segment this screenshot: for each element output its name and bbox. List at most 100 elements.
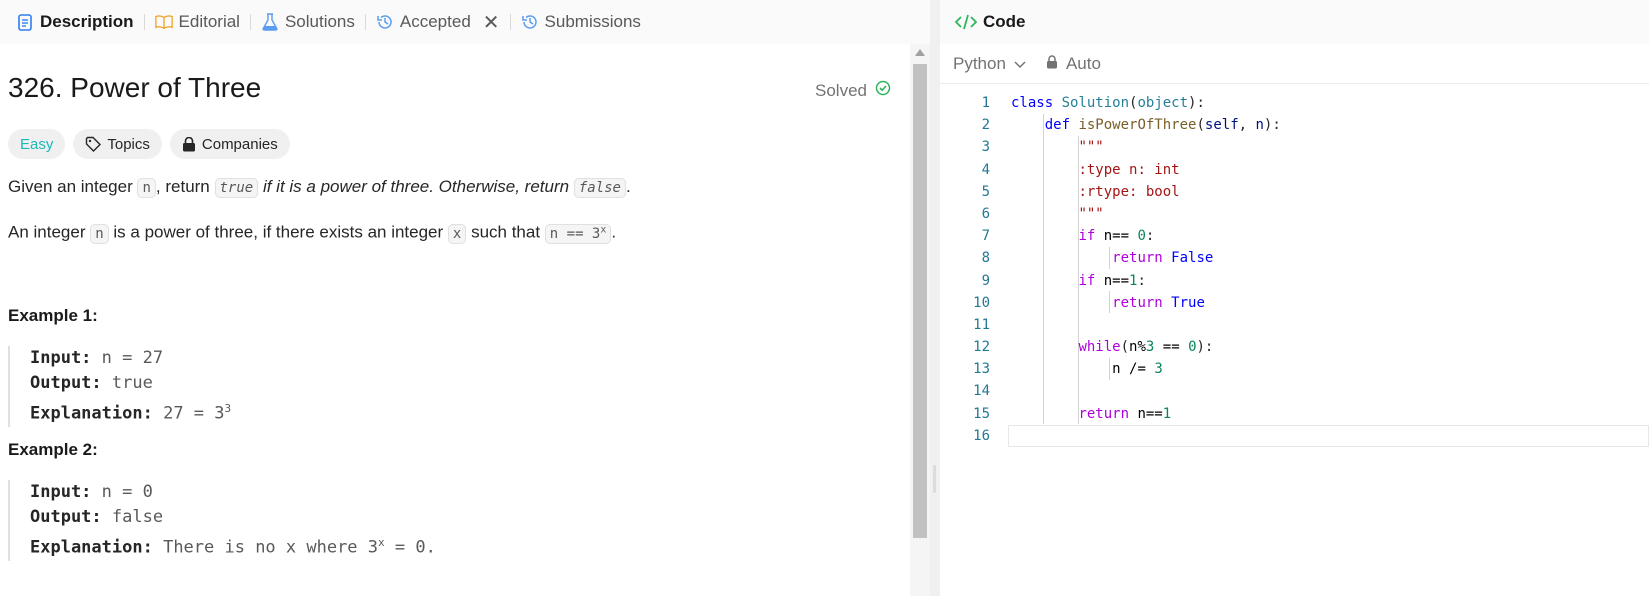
line-number: 15	[973, 405, 990, 422]
tab-description[interactable]: Description	[6, 0, 144, 44]
panel-resize-handle[interactable]	[933, 465, 936, 493]
tab-label: Accepted	[399, 12, 471, 31]
example-output: Output: true	[30, 371, 231, 396]
line-number: 7	[981, 228, 990, 245]
description-panel: Description Editorial Solutions Accepted…	[0, 0, 930, 596]
scroll-up-icon[interactable]	[915, 49, 925, 56]
history-icon	[521, 13, 539, 31]
problem-statement: Given an integer n, return true if it is…	[8, 173, 631, 202]
tab-label: Solutions	[284, 12, 355, 31]
example-1-heading: Example 1:	[8, 306, 98, 325]
auto-mode[interactable]: Auto	[1046, 54, 1101, 74]
example-2-heading: Example 2:	[8, 440, 98, 459]
difficulty-badge: Easy	[8, 129, 66, 159]
label: Input:	[30, 348, 92, 368]
label: Input:	[30, 482, 92, 502]
line-code: class Solution(object):	[1011, 95, 1205, 111]
inline-code: x	[447, 223, 467, 244]
line-number: 16	[973, 427, 990, 444]
tag-icon	[85, 136, 102, 152]
line-code: n /= 3	[1112, 361, 1163, 378]
lock-icon	[1046, 54, 1058, 74]
code-text: n == 3	[549, 225, 601, 242]
value: = 0.	[384, 537, 436, 558]
solved-status: Solved	[815, 80, 891, 101]
companies-label: Companies	[201, 135, 278, 153]
problem-definition: An integer n is a power of three, if the…	[8, 216, 616, 248]
inline-code: n	[90, 223, 109, 244]
language-selector[interactable]: Python	[953, 54, 1026, 74]
current-line-highlight	[1008, 424, 1649, 447]
language-label: Python	[953, 53, 1006, 73]
line-number: 3	[981, 139, 990, 156]
editor-toolbar: Python Auto	[940, 44, 1649, 84]
code-line: 2 def isPowerOfThree(self, n):	[940, 114, 1649, 136]
scrollbar-thumb[interactable]	[913, 64, 927, 538]
leetcode-workspace: Description Editorial Solutions Accepted…	[0, 0, 1649, 596]
tab-solutions[interactable]: Solutions	[251, 0, 365, 44]
line-number: 13	[973, 361, 990, 378]
code-panel-header: Code	[940, 0, 1649, 44]
value: n = 27	[101, 348, 164, 368]
value: true	[111, 373, 153, 393]
chevron-down-icon	[1014, 54, 1026, 74]
code-panel-title: Code	[983, 12, 1026, 31]
line-code: """	[1078, 205, 1104, 222]
value: false	[111, 507, 164, 527]
value: n = 0	[101, 482, 153, 502]
solved-label: Solved	[815, 80, 867, 100]
tab-label: Description	[40, 12, 134, 31]
label: Explanation:	[30, 537, 153, 558]
example-explanation: Explanation: There is no x where 3x = 0.	[30, 530, 436, 561]
description-scrollbar[interactable]	[910, 44, 930, 596]
tab-accepted[interactable]: Accepted ✕	[366, 0, 510, 44]
text: Given an integer	[8, 177, 138, 196]
code-line: 1 class Solution(object):	[940, 92, 1649, 114]
panel-tab-bar: Description Editorial Solutions Accepted…	[0, 0, 930, 44]
line-code: while(n%3 == 0):	[1078, 339, 1214, 356]
line-number: 5	[981, 183, 990, 200]
code-line: 8 return False	[940, 247, 1649, 269]
superscript: x	[378, 536, 385, 549]
code-line: 5 :rtype: bool	[940, 181, 1649, 203]
text: is a power of three, if there exists an …	[108, 222, 448, 242]
example-input: Input: n = 0	[30, 480, 436, 505]
value: There is no x where 3	[163, 537, 379, 558]
code-line: 15 return n==1	[940, 403, 1649, 425]
inline-code: n == 3x	[544, 223, 612, 244]
inline-code: true	[214, 178, 259, 198]
flask-icon	[261, 13, 279, 31]
inline-code: n	[137, 178, 156, 198]
code-editor[interactable]: 1 class Solution(object): 2 def isPowerOf…	[940, 92, 1649, 552]
tab-submissions[interactable]: Submissions	[511, 0, 651, 44]
line-number: 6	[981, 205, 990, 222]
topics-button[interactable]: Topics	[73, 129, 162, 159]
superscript: 3	[224, 402, 232, 415]
code-line: 9 if n==1:	[940, 270, 1649, 292]
problem-badges: Easy Topics Companies	[8, 129, 290, 159]
mode-label: Auto	[1065, 53, 1101, 73]
inline-code: false	[573, 178, 626, 198]
code-line: 14	[940, 380, 1649, 402]
line-number: 9	[981, 272, 990, 289]
code-line: 3 """	[940, 136, 1649, 158]
line-code: if n== 0:	[1078, 228, 1155, 245]
line-code: :type n: int	[1078, 161, 1180, 178]
code-line-current[interactable]: 16	[940, 424, 1649, 447]
line-number: 11	[973, 316, 990, 333]
text: .	[625, 177, 631, 196]
code-line: 12 while(n%3 == 0):	[940, 336, 1649, 358]
code-line: 11	[940, 314, 1649, 336]
label: Output:	[30, 373, 102, 393]
close-icon[interactable]: ✕	[483, 10, 500, 35]
companies-button[interactable]: Companies	[169, 129, 290, 159]
lock-icon	[182, 136, 196, 152]
label: Explanation:	[30, 403, 153, 424]
line-number: 10	[973, 294, 990, 311]
tab-editorial[interactable]: Editorial	[145, 0, 250, 44]
line-number: 4	[981, 161, 990, 178]
code-line: 7 if n== 0:	[940, 225, 1649, 247]
problem-title[interactable]: 326. Power of Three	[8, 72, 261, 104]
line-code: """	[1078, 139, 1104, 156]
line-code: return False	[1112, 250, 1214, 267]
